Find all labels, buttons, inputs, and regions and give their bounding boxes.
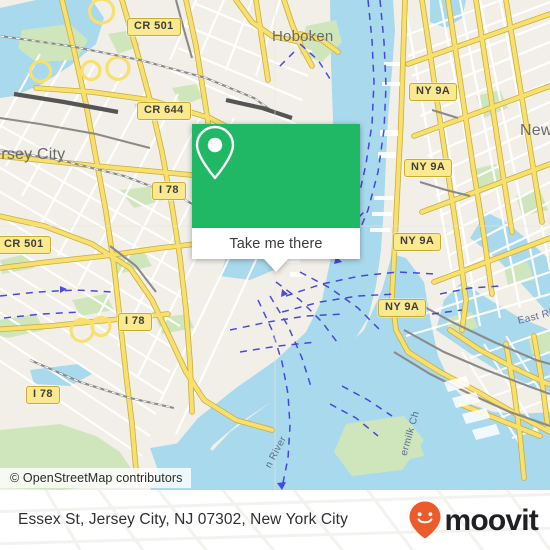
map-canvas[interactable]: Hoboken Jersey City New n River East Riv… [0,0,550,490]
map-route-shield-i-78-upper[interactable]: I 78 [152,182,186,201]
moovit-pin-smiley-icon [409,501,441,539]
footer-bar: Essex St, Jersey City, NJ 07302, New Yor… [0,490,550,550]
take-me-there-label: Take me there [229,235,323,252]
map-route-shield-i-78-lower[interactable]: I 78 [26,386,60,405]
map-route-shield-ny-9a-3[interactable]: NY 9A [393,233,442,252]
location-popup-card[interactable]: Take me there [192,124,360,272]
map-route-shield-ny-9a-4[interactable]: NY 9A [378,299,427,318]
map-route-shield-ny-9a-1[interactable]: NY 9A [409,83,458,102]
map-route-shield-i-78-mid[interactable]: I 78 [118,313,152,332]
map-route-shield-cr-501-north[interactable]: CR 501 [127,18,181,37]
map-pin-icon [195,125,235,180]
popup-header [192,124,360,228]
map-route-shield-ny-9a-2[interactable]: NY 9A [404,159,453,178]
map-attribution[interactable]: © OpenStreetMap contributors [0,468,191,488]
address-label: Essex St, Jersey City, NJ 07302, New Yor… [18,511,348,528]
moovit-wordmark: moovit [444,504,538,537]
map-route-shield-cr-644[interactable]: CR 644 [137,102,191,121]
popup-pointer-tail [264,259,288,272]
popup-footer[interactable]: Take me there [192,228,360,259]
moovit-brand-logo[interactable]: moovit [408,490,539,550]
map-screenshot: Hoboken Jersey City New n River East Riv… [0,0,550,550]
map-route-shield-cr-501-west[interactable]: CR 501 [0,236,51,255]
